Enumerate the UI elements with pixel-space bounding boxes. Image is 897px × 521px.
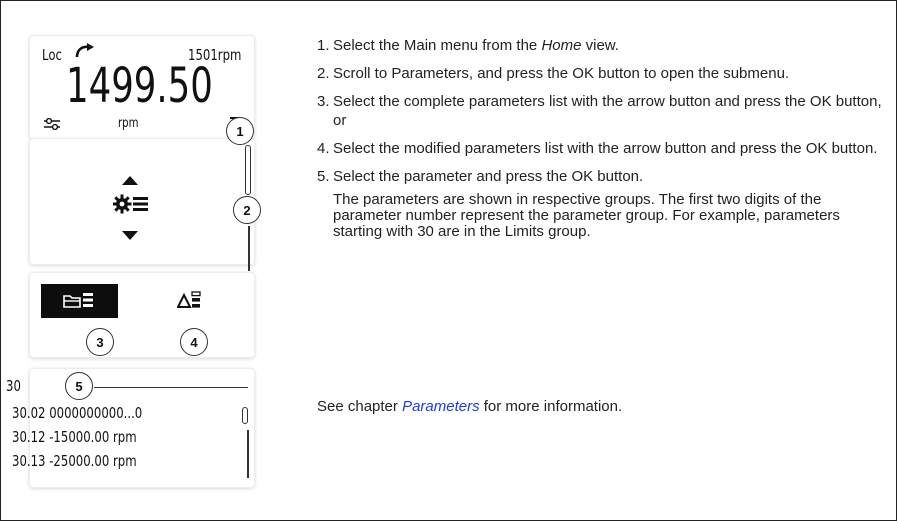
step-text: Select the complete parameters list with… bbox=[333, 93, 882, 129]
instruction-steps: 1. Select the Main menu from the Home vi… bbox=[317, 36, 892, 240]
parameter-row[interactable]: 30.02 0000000000...0 bbox=[12, 404, 142, 422]
arrow-down-icon[interactable] bbox=[122, 231, 138, 240]
see-chapter-text: See chapter Parameters for more informat… bbox=[317, 398, 623, 415]
rotation-arrow-icon bbox=[75, 43, 94, 58]
callout-2: 2 bbox=[233, 196, 261, 224]
step-4: 4. Select the modified parameters list w… bbox=[317, 139, 892, 158]
control-mode-label: Loc bbox=[42, 46, 62, 64]
home-view-panel: Loc 1501rpm 1499.50 rpm bbox=[30, 36, 254, 139]
parameter-groups-note: The parameters are shown in respective g… bbox=[333, 191, 840, 240]
step-number: 4. bbox=[317, 140, 330, 157]
list-scroll-track bbox=[247, 430, 249, 478]
parameter-row[interactable]: 30.13 -25000.00 rpm bbox=[12, 452, 137, 470]
parameter-group-number: 30 bbox=[6, 377, 21, 395]
arrow-up-icon[interactable] bbox=[122, 176, 138, 185]
step-number: 5. bbox=[317, 168, 330, 185]
list-scrollbar[interactable] bbox=[242, 407, 248, 424]
actual-speed-value: 1499.50 bbox=[66, 58, 213, 114]
step-5: 5. Select the parameter and press the OK… bbox=[317, 167, 892, 186]
step-text: Scroll to Parameters, and press the OK b… bbox=[333, 65, 790, 82]
scrollbar[interactable] bbox=[245, 145, 251, 195]
gear-list-icon[interactable] bbox=[113, 193, 149, 215]
home-view-term: Home bbox=[541, 37, 582, 54]
parameters-chapter-link[interactable]: Parameters bbox=[402, 398, 480, 415]
step-number: 1. bbox=[317, 37, 330, 54]
step-number: 2. bbox=[317, 65, 330, 82]
speed-unit: rpm bbox=[118, 116, 139, 131]
complete-parameters-list-icon[interactable] bbox=[62, 290, 96, 310]
step-3: 3. Select the complete parameters list w… bbox=[317, 92, 892, 130]
scroll-track bbox=[248, 226, 250, 271]
options-sliders-icon[interactable] bbox=[44, 118, 60, 130]
callout-5: 5 bbox=[65, 372, 93, 400]
modified-parameters-list-icon[interactable] bbox=[177, 290, 203, 310]
callout-1: 1 bbox=[226, 117, 254, 145]
callout-4: 4 bbox=[180, 328, 208, 356]
step-number: 3. bbox=[317, 93, 330, 110]
parameter-row[interactable]: 30.12 -15000.00 rpm bbox=[12, 428, 137, 446]
step-text: Select the Main menu from the Home view. bbox=[333, 37, 619, 54]
step-text: Select the modified parameters list with… bbox=[333, 140, 878, 157]
step-1: 1. Select the Main menu from the Home vi… bbox=[317, 36, 892, 55]
group-separator bbox=[94, 387, 248, 389]
callout-3: 3 bbox=[86, 328, 114, 356]
step-text: Select the parameter and press the OK bu… bbox=[333, 168, 644, 185]
step-2: 2. Scroll to Parameters, and press the O… bbox=[317, 64, 892, 83]
